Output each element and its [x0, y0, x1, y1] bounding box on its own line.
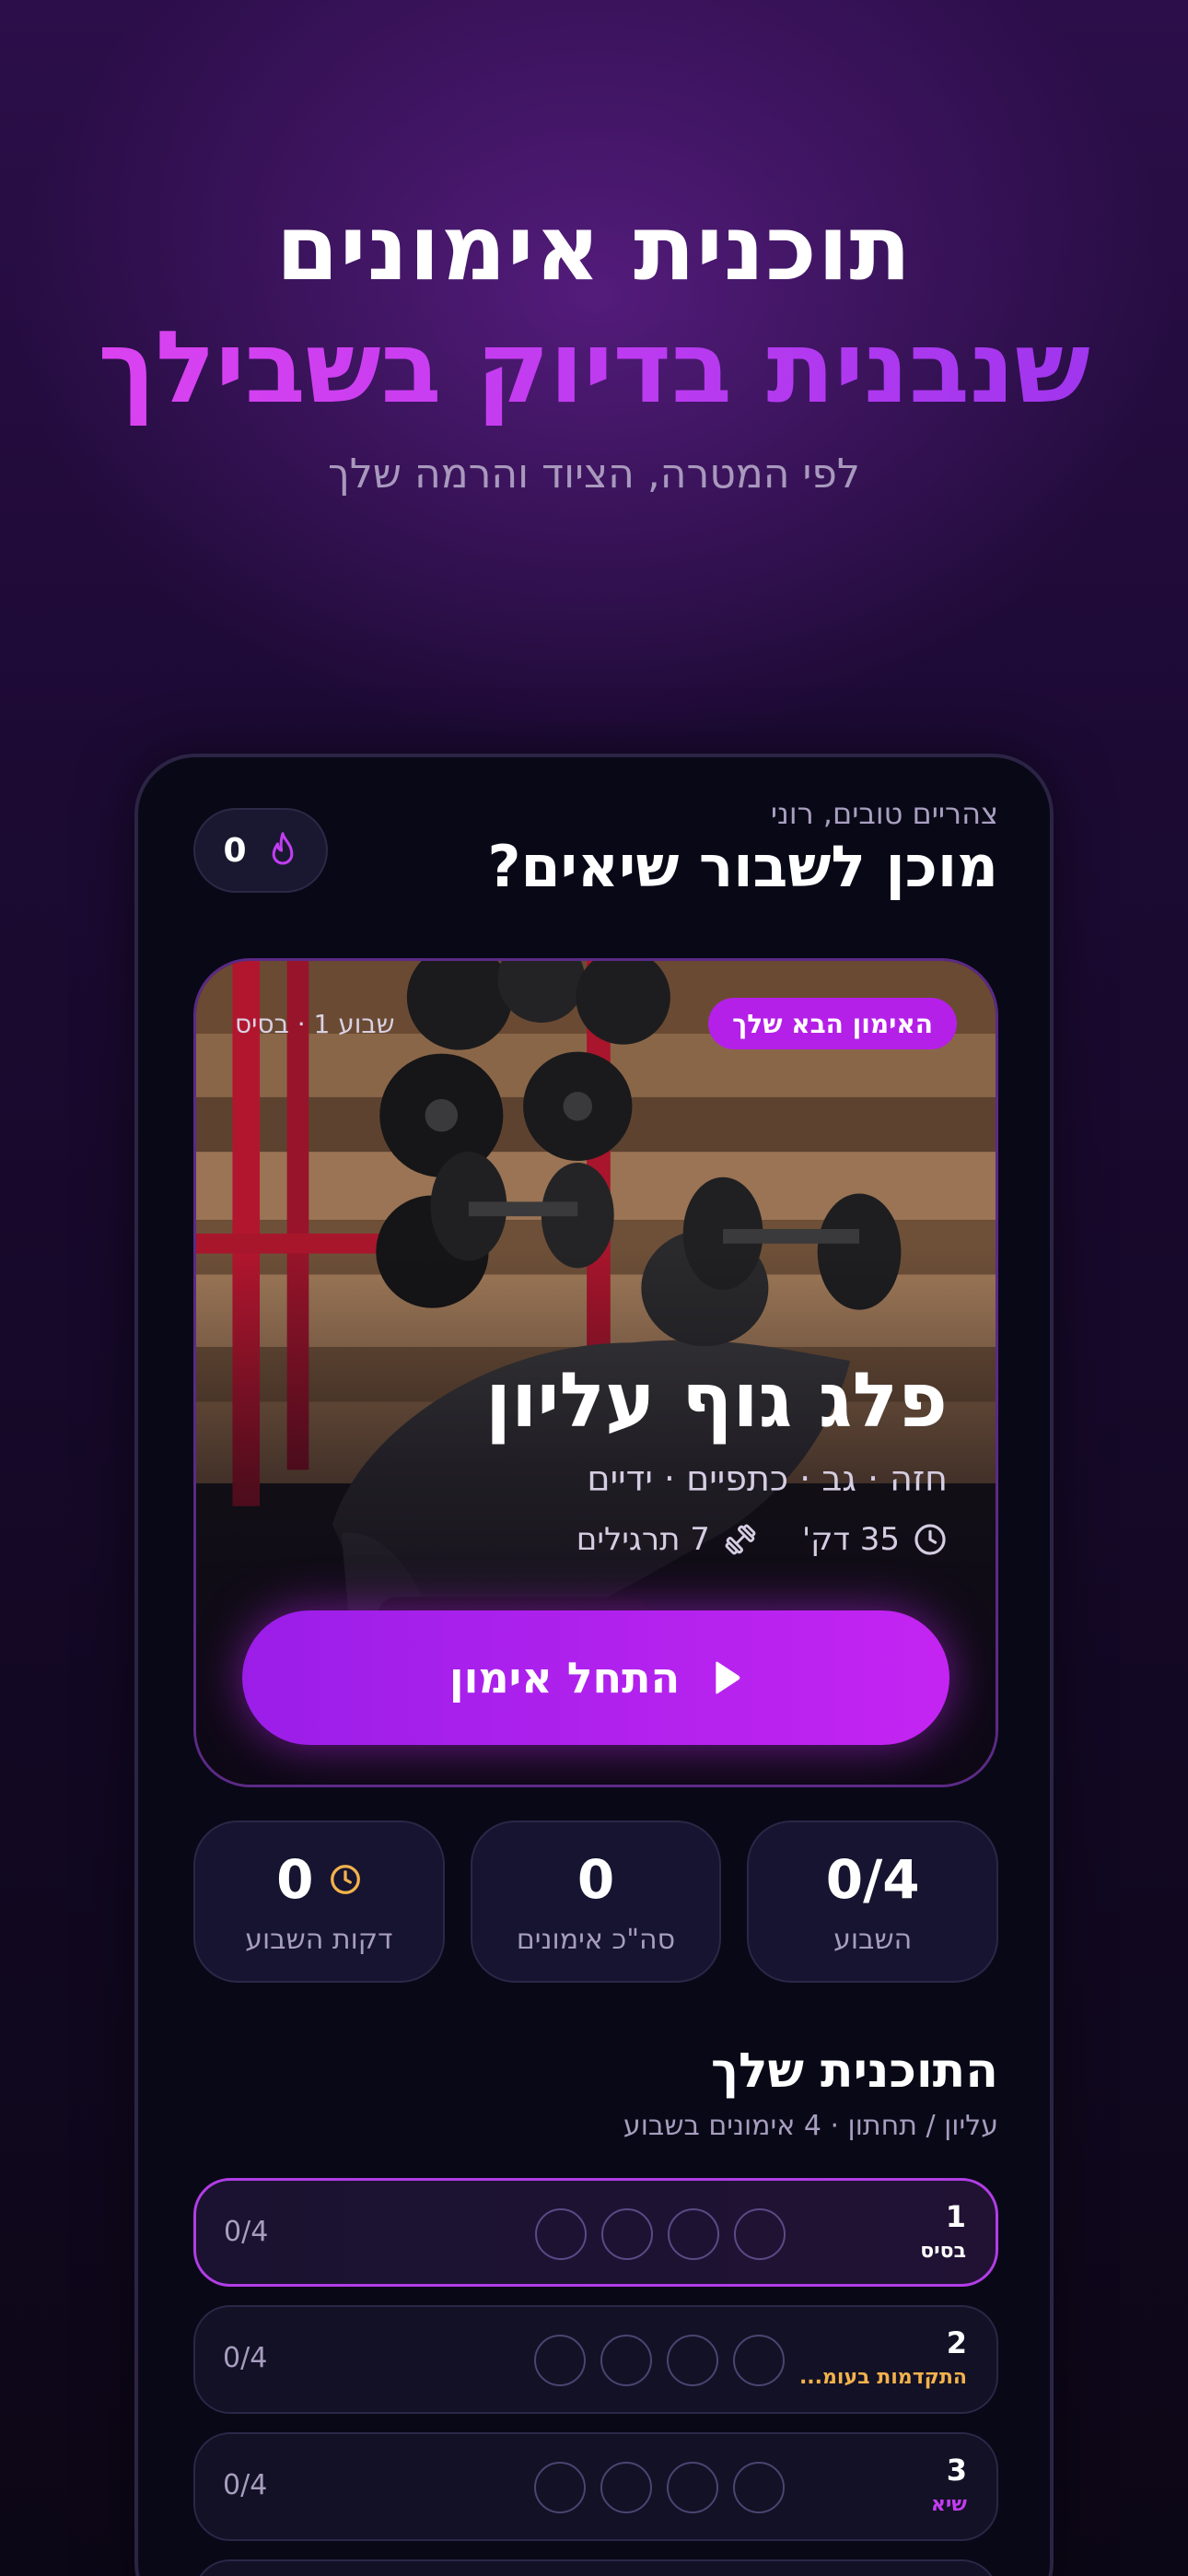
hero-section: תוכנית אימונים שנבנית בדיוק בשבילך לפי ה…	[0, 189, 1188, 498]
week-number: 1	[945, 2199, 966, 2234]
stats-row: 0/4 השבוע 0 סה"כ אימונים 0 דקות השבוע	[192, 1821, 998, 1983]
start-workout-label: התחל אימון	[448, 1653, 681, 1703]
stat-minutes-value-wrap: 0	[276, 1848, 361, 1911]
stat-total: 0 סה"כ אימונים	[470, 1821, 722, 1983]
workout-muscles: חזה · גב · כתפיים · ידיים	[587, 1458, 948, 1499]
stat-minutes-label: דקות השבוע	[245, 1923, 393, 1956]
streak-value: 0	[223, 831, 247, 870]
stat-minutes: 0 דקות השבוע	[192, 1821, 445, 1983]
duration-text: 35 דק'	[801, 1521, 900, 1558]
dumbbell-icon	[725, 1524, 756, 1555]
week-progress-dots	[534, 2335, 785, 2386]
progress-dot	[535, 2208, 587, 2260]
stat-week-value: 0/4	[825, 1847, 920, 1911]
workout-week-label: שבוע 1 · בסיס	[235, 1009, 395, 1039]
clock-icon	[330, 1864, 360, 1894]
stat-week-label: השבוע	[833, 1923, 913, 1956]
week-count: 0/4	[224, 2216, 269, 2248]
week-progress-dots	[535, 2208, 786, 2260]
progress-dot	[734, 2208, 786, 2260]
hero-title-line1: תוכנית אימונים	[275, 196, 913, 301]
next-workout-card[interactable]: האימון הבא שלך שבוע 1 · בסיס פלג גוף עלי…	[193, 958, 998, 1787]
progress-dot	[667, 2462, 718, 2513]
exercises-text: 7 תרגילים	[576, 1521, 710, 1558]
workout-exercises: 7 תרגילים	[577, 1521, 758, 1558]
week-count: 0/4	[223, 2342, 268, 2374]
week-label: התקדמות בעומ...	[798, 2366, 967, 2389]
week-label: בסיס	[920, 2240, 966, 2263]
week-number: 2	[946, 2325, 967, 2360]
progress-dot	[534, 2462, 586, 2513]
progress-dot	[733, 2335, 785, 2386]
clock-icon	[914, 1524, 946, 1555]
progress-dot	[667, 2335, 718, 2386]
start-workout-button[interactable]: התחל אימון	[242, 1610, 949, 1745]
week-progress-dots	[534, 2462, 785, 2513]
stat-minutes-value: 0	[276, 1847, 314, 1911]
week-label: שיא	[930, 2493, 967, 2516]
workout-duration: 35 דק'	[802, 1521, 948, 1558]
week-number: 3	[946, 2453, 967, 2488]
plan-subtitle: עליון / תחתון · 4 אימונים בשבוע	[623, 2110, 998, 2142]
play-icon	[716, 1661, 740, 1694]
workout-meta: 35 דק' 7 תרגילים	[577, 1521, 948, 1558]
progress-dot	[534, 2335, 586, 2386]
streak-badge[interactable]: 0	[193, 808, 328, 893]
hero-subtitle: לפי המטרה, הציוד והרמה שלך	[328, 451, 860, 498]
plan-title: התוכנית שלך	[711, 2043, 998, 2099]
week-row-4[interactable]	[193, 2559, 998, 2576]
week-row-2[interactable]: 2 התקדמות בעומ... 0/4	[193, 2305, 998, 2414]
stat-week: 0/4 השבוע	[747, 1821, 998, 1983]
progress-dot	[600, 2462, 652, 2513]
hero-title-line2: שנבנית בדיוק בשבילך	[0, 309, 1188, 428]
progress-dot	[668, 2208, 719, 2260]
page-title: מוכן לשבור שיאים?	[487, 833, 998, 900]
progress-dot	[600, 2335, 652, 2386]
stat-total-value: 0	[577, 1847, 615, 1911]
progress-dot	[601, 2208, 653, 2260]
week-count: 0/4	[223, 2469, 268, 2501]
phone-frame: צהריים טובים, רוני מוכן לשבור שיאים? 0 ה…	[134, 754, 1054, 2576]
week-row-1[interactable]: 1 בסיס 0/4	[193, 2178, 998, 2287]
workout-title: פלג גוף עליון	[484, 1357, 948, 1445]
week-row-3[interactable]: 3 שיא 0/4	[193, 2432, 998, 2541]
flame-icon	[272, 832, 293, 865]
stat-total-label: סה"כ אימונים	[516, 1923, 676, 1956]
greeting-text: צהריים טובים, רוני	[770, 796, 998, 831]
progress-dot	[733, 2462, 785, 2513]
next-workout-badge: האימון הבא שלך	[708, 998, 957, 1049]
